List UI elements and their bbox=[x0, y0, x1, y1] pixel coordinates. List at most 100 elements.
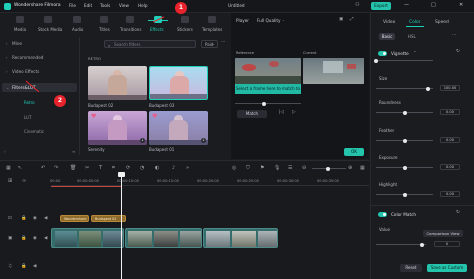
effect-thumbnail-selected[interactable] bbox=[149, 66, 208, 100]
mute-icon[interactable]: ◀ bbox=[44, 216, 47, 221]
param-value-field[interactable]: 0.00 bbox=[440, 191, 460, 197]
param-value-field[interactable]: 100.00 bbox=[440, 85, 460, 91]
color-icon[interactable]: ◐ bbox=[155, 165, 159, 171]
reference-frame[interactable] bbox=[235, 58, 301, 84]
text-icon[interactable]: T bbox=[99, 165, 102, 171]
search-input[interactable]: ⌕ Search filters bbox=[104, 40, 196, 48]
mic-icon[interactable]: 🎙 bbox=[274, 165, 280, 171]
add-track-icon[interactable]: ⊞ bbox=[8, 178, 12, 184]
category-video-effects[interactable]: › Video Effects bbox=[2, 67, 77, 76]
menu-view[interactable]: View bbox=[119, 3, 129, 8]
subcategory-retro[interactable]: Retro bbox=[24, 100, 35, 105]
redo-icon[interactable]: ↷ bbox=[54, 165, 58, 171]
category-mine[interactable]: › Mine bbox=[2, 39, 77, 48]
tab-speed[interactable]: Speed bbox=[435, 20, 449, 25]
match-button[interactable]: Match bbox=[237, 110, 267, 118]
audio-icon[interactable]: ♪ bbox=[172, 165, 175, 171]
effect-thumbnail[interactable]: ♥ ↓ bbox=[149, 111, 208, 145]
export-button[interactable]: Export bbox=[371, 2, 391, 10]
zoom-out-icon[interactable]: ⊖ bbox=[302, 165, 306, 171]
color-match-toggle[interactable] bbox=[378, 212, 387, 217]
grid-icon[interactable]: ▦ bbox=[360, 165, 365, 171]
param-slider[interactable] bbox=[376, 88, 433, 89]
download-icon[interactable]: ↓ bbox=[140, 138, 145, 143]
menu-file[interactable]: File bbox=[69, 3, 76, 8]
undo-icon[interactable]: ↶ bbox=[41, 165, 45, 171]
subtab-basic[interactable]: Basic bbox=[379, 33, 395, 40]
ok-button[interactable]: OK bbox=[344, 148, 364, 156]
download-icon[interactable]: ↓ bbox=[201, 138, 206, 143]
more-tools-icon[interactable]: » bbox=[186, 165, 189, 171]
param-value-field[interactable]: 0.00 bbox=[440, 164, 460, 170]
effect-thumbnail[interactable]: ♥ ↓ bbox=[88, 111, 147, 145]
minimize-icon[interactable]: — bbox=[404, 3, 409, 8]
shield-icon[interactable]: ⛉ bbox=[246, 165, 250, 171]
tab-video[interactable]: Video bbox=[383, 20, 395, 25]
favorite-heart-icon[interactable]: ♥ bbox=[152, 113, 157, 120]
param-slider-knob[interactable] bbox=[402, 138, 407, 143]
snapshot-icon[interactable]: ▣ bbox=[339, 17, 343, 22]
value-field[interactable]: 0 bbox=[434, 241, 460, 247]
mute-icon[interactable]: ◀ bbox=[33, 264, 36, 269]
account-icon[interactable]: ⚇ bbox=[355, 3, 359, 8]
more-options-icon[interactable]: ⋯ bbox=[221, 40, 225, 45]
reference-scrubber[interactable] bbox=[235, 103, 301, 104]
more-options-icon[interactable]: ⋯ bbox=[452, 33, 456, 38]
lock-icon[interactable]: 🔒 bbox=[21, 216, 26, 221]
reset-icon[interactable]: ↻ bbox=[456, 49, 460, 55]
lock-icon[interactable]: 🔒 bbox=[21, 264, 26, 269]
tab-color[interactable]: Color bbox=[409, 20, 420, 25]
param-value-field[interactable]: 0.00 bbox=[440, 137, 460, 143]
play-icon[interactable]: ▷ bbox=[292, 110, 296, 116]
maximize-icon[interactable]: □ bbox=[431, 3, 436, 8]
favorite-heart-icon[interactable]: ♥ bbox=[91, 113, 96, 120]
reset-button[interactable]: Reset bbox=[400, 264, 422, 272]
lock-icon[interactable]: 🔒 bbox=[21, 236, 26, 241]
save-as-custom-button[interactable]: Save as Custom bbox=[427, 264, 467, 272]
eye-icon[interactable]: ◉ bbox=[33, 236, 37, 241]
param-slider-knob[interactable] bbox=[402, 110, 407, 115]
select-tool-icon[interactable]: ↖ bbox=[18, 165, 22, 171]
video-clip[interactable] bbox=[203, 228, 278, 248]
param-slider-knob[interactable] bbox=[402, 192, 407, 197]
filter-icon[interactable]: ≡ bbox=[72, 150, 75, 154]
scrubber-knob[interactable] bbox=[262, 101, 266, 106]
subtab-hsl[interactable]: HSL bbox=[408, 35, 416, 39]
menu-tools[interactable]: Tools bbox=[100, 3, 110, 8]
vignette-slider-knob[interactable] bbox=[374, 58, 378, 63]
param-slider-knob[interactable] bbox=[402, 165, 407, 170]
value-slider-knob[interactable] bbox=[420, 242, 424, 247]
crop-icon[interactable]: ⌗ bbox=[112, 165, 115, 171]
menu-help[interactable]: Help bbox=[138, 3, 148, 8]
reset-icon[interactable]: ↻ bbox=[456, 210, 460, 216]
marker-icon[interactable]: ⚑ bbox=[260, 165, 264, 171]
paid-filter-dropdown[interactable]: Paid ⌄ bbox=[201, 40, 218, 48]
speed-icon[interactable]: ◔ bbox=[140, 165, 144, 171]
param-value-field[interactable]: 0.00 bbox=[440, 109, 460, 115]
audio-clip[interactable]: Wondershare bbox=[60, 215, 89, 222]
video-clip[interactable] bbox=[51, 228, 124, 248]
subcategory-lut[interactable]: LUT bbox=[24, 115, 31, 120]
delete-icon[interactable]: 🗑 bbox=[70, 165, 76, 171]
render-icon[interactable]: ◎ bbox=[232, 165, 236, 171]
split-icon[interactable]: ✂ bbox=[85, 165, 89, 171]
eye-icon[interactable]: ◉ bbox=[33, 216, 37, 221]
fullscreen-icon[interactable]: ⤢ bbox=[350, 17, 354, 22]
collapse-sidebar-icon[interactable]: ‹ bbox=[4, 150, 6, 154]
category-recommended[interactable]: › Recommended bbox=[2, 53, 77, 62]
effect-thumbnail[interactable] bbox=[88, 66, 147, 100]
zoom-slider-knob[interactable] bbox=[326, 166, 330, 171]
layout-icon[interactable]: ▦ bbox=[6, 165, 11, 171]
vignette-slider[interactable] bbox=[376, 60, 433, 61]
value-slider[interactable] bbox=[376, 244, 426, 245]
mute-icon[interactable]: ◀ bbox=[44, 236, 47, 241]
vignette-toggle[interactable] bbox=[378, 51, 387, 56]
video-clip[interactable] bbox=[125, 228, 202, 248]
close-icon[interactable]: ✕ bbox=[459, 3, 463, 8]
comparison-view-button[interactable]: Comparison View bbox=[423, 230, 463, 237]
chevron-up-icon[interactable]: ⌃ bbox=[413, 51, 416, 55]
subcategory-cinematic[interactable]: Cinematic bbox=[24, 129, 44, 134]
previous-frame-icon[interactable]: |◁ bbox=[279, 110, 284, 116]
link-icon[interactable]: ∞ bbox=[22, 178, 26, 184]
list-icon[interactable]: ☰ bbox=[288, 165, 292, 171]
